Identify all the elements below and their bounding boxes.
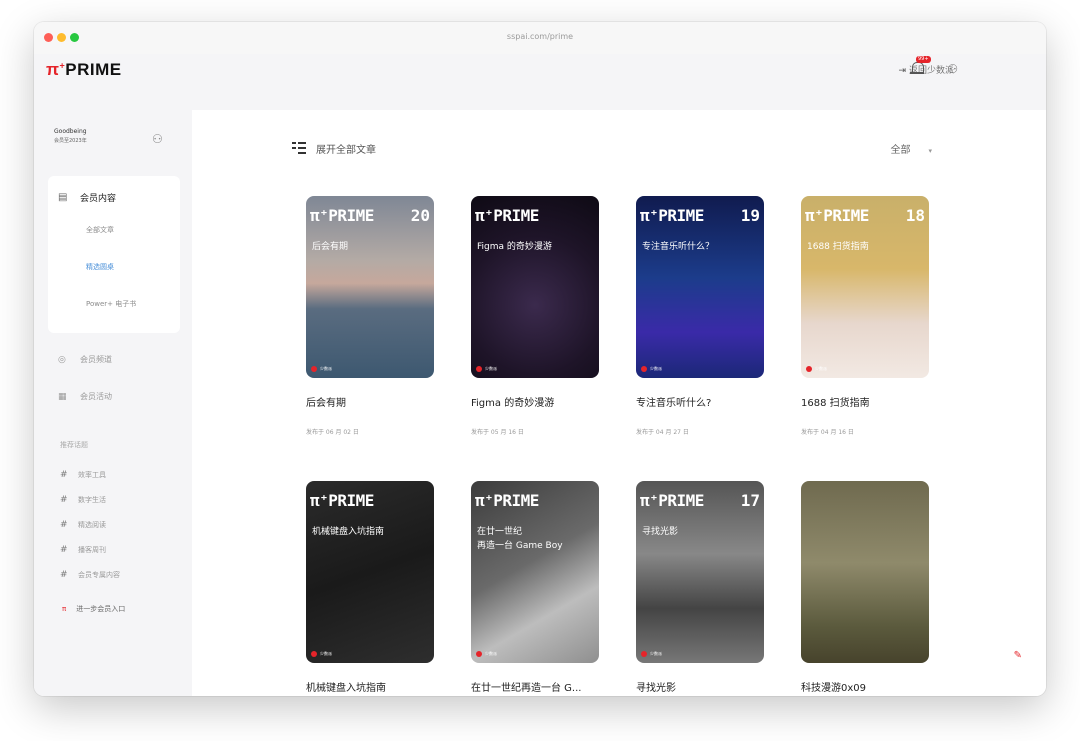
brand-dot-icon: [311, 366, 317, 372]
tag-item[interactable]: # 播客周刊: [60, 537, 120, 562]
tag-item[interactable]: # 效率工具: [60, 462, 120, 487]
cover-subtitle: 寻找光影: [642, 527, 679, 537]
login-link[interactable]: ⇥ 返回少数派: [898, 63, 954, 76]
cover-brand: π⁺PRIME: [310, 491, 374, 510]
filter-bar: 展开全部文章 全部 ▾: [292, 138, 932, 158]
article-title[interactable]: Figma 的奇妙漫游: [471, 394, 601, 409]
article-title[interactable]: 1688 扫货指南: [801, 394, 931, 409]
cover-footer: 少数派: [806, 366, 827, 372]
title-bar: sspai.com/prime: [34, 22, 1046, 55]
pi-icon: π: [62, 605, 67, 613]
sidebar-subitem-ebooks[interactable]: Power+ 电子书: [48, 286, 180, 323]
cover-issue-number: 17: [740, 491, 760, 510]
article-title[interactable]: 科技漫游0x09: [801, 679, 931, 694]
article-card[interactable]: 科技漫游0x09发布于 01 月 31 日: [801, 481, 931, 696]
cover-issue-number: 20: [410, 206, 430, 225]
menu-group-member: ▤ 会员内容 全部文章 精选圆桌 Power+ 电子书: [48, 176, 180, 333]
article-card[interactable]: π⁺PRIME 20 后会有期 少数派 后会有期 发布于 06 月 02 日: [306, 196, 436, 436]
sidebar-item-member-content[interactable]: ▤ 会员内容: [48, 182, 180, 212]
article-title[interactable]: 机械键盘入坑指南: [306, 679, 436, 694]
brand-dot-icon: [641, 366, 647, 372]
cover-subtitle: 机械键盘入坑指南: [312, 527, 385, 537]
document-icon: ▤: [58, 191, 68, 203]
chevron-down-icon: ▾: [928, 146, 932, 155]
profile[interactable]: Goodbeing 会员至2023年: [54, 128, 87, 144]
article-card[interactable]: π⁺PRIME 18 1688 扫货指南 少数派 1688 扫货指南 发布于 04 月 1…: [801, 196, 931, 436]
article-cover[interactable]: π⁺PRIME 在廿一世纪 再造一台 Game Boy 少数派: [471, 481, 599, 663]
main-content: 展开全部文章 全部 ▾ π⁺PRIME 20 后会有期 少数派 后会有期 发布于 06 月 …: [192, 110, 1046, 696]
article-cover[interactable]: [801, 481, 929, 663]
tag-item[interactable]: # 精选阅读: [60, 512, 120, 537]
article-cover[interactable]: π⁺PRIME 17 寻找光影少数派: [636, 481, 764, 663]
article-cover[interactable]: π⁺PRIME 18 1688 扫货指南少数派: [801, 196, 929, 378]
cover-brand: π⁺PRIME: [310, 206, 374, 225]
url-text: sspai.com/prime: [506, 32, 574, 41]
article-title[interactable]: 后会有期: [306, 394, 436, 409]
sidebar-menu: ▤ 会员内容 全部文章 精选圆桌 Power+ 电子书 ◎ 会员频道 ▦ 会员活…: [48, 176, 180, 415]
tag-item[interactable]: # 会员专属内容: [60, 562, 120, 587]
article-date: 发布于 04 月 16 日: [801, 429, 854, 436]
article-card[interactable]: π⁺PRIME 19 专注音乐听什么？ 少数派专注音乐听什么? 发布于 04 月 27 …: [636, 196, 766, 436]
cover-subtitle: Figma 的奇妙漫游: [477, 242, 552, 252]
tag-item[interactable]: # 数字生活: [60, 487, 120, 512]
app-window: sspai.com/prime π+PRIME ⇥ 返回少数派 99+ ⚇ Goo…: [34, 22, 1046, 696]
cover-footer: 少数派: [311, 651, 332, 657]
top-bar: [34, 54, 1046, 110]
cover-issue-number: 18: [905, 206, 925, 225]
cover-footer: 少数派: [641, 366, 662, 372]
article-title[interactable]: 专注音乐听什么?: [636, 394, 766, 409]
user-icon[interactable]: ⚇: [947, 62, 958, 76]
cover-brand: π⁺PRIME: [475, 206, 539, 225]
article-cover[interactable]: π⁺PRIME 20 后会有期少数派: [306, 196, 434, 378]
article-date: 发布于 04 月 27 日: [636, 429, 689, 436]
article-cover[interactable]: π⁺PRIME Figma 的奇妙漫游少数派: [471, 196, 599, 378]
channel-icon: ◎: [58, 354, 66, 365]
sidebar-subitem-all-articles[interactable]: 全部文章: [48, 212, 180, 249]
article-card[interactable]: π⁺PRIME17寻找光影少数派寻找光影发布于 02 月 28 日: [636, 481, 766, 696]
edit-icon[interactable]: ✎: [1014, 650, 1022, 661]
article-card[interactable]: π⁺PRIME 在廿一世纪 再造一台 Game Boy 少数派在廿一世纪再造一台 G.…: [471, 481, 601, 696]
cover-brand: π⁺PRIME: [640, 491, 704, 510]
member-entry-link[interactable]: π 进一步会员入口: [62, 604, 125, 614]
brand-dot-icon: [476, 366, 482, 372]
cover-subtitle: 1688 扫货指南: [807, 242, 869, 252]
cover-footer: 少数派: [476, 651, 497, 657]
filter-dropdown[interactable]: 全部 ▾: [890, 141, 932, 156]
tags-title: 推荐话题: [60, 441, 88, 449]
cover-footer: 少数派: [641, 651, 662, 657]
cover-subtitle: 专注音乐听什么？: [642, 242, 715, 252]
brand-dot-icon: [476, 651, 482, 657]
cover-subtitle: 后会有期: [312, 242, 349, 252]
cover-subtitle: 在廿一世纪 再造一台 Game Boy: [477, 527, 563, 551]
article-date: 发布于 05 月 16 日: [471, 429, 524, 436]
article-cover[interactable]: π⁺PRIME 19 专注音乐听什么？ 少数派: [636, 196, 764, 378]
cover-brand: π⁺PRIME: [805, 206, 869, 225]
brand-dot-icon: [641, 651, 647, 657]
article-card[interactable]: π⁺PRIME Figma 的奇妙漫游 少数派 Figma 的奇妙漫游 发布于 05 月…: [471, 196, 601, 436]
logo[interactable]: π+PRIME: [46, 60, 122, 80]
bell-icon[interactable]: 99+: [910, 56, 931, 75]
notification-badge: 99+: [916, 56, 931, 63]
sidebar-item-events[interactable]: ▦ 会员活动: [48, 378, 180, 415]
calendar-icon: ▦: [58, 391, 67, 402]
expand-all-button[interactable]: 展开全部文章: [292, 141, 376, 156]
cover-brand: π⁺PRIME: [640, 206, 704, 225]
article-title[interactable]: 寻找光影: [636, 679, 766, 694]
cover-issue-number: 19: [740, 206, 760, 225]
tag-list: # 效率工具 # 数字生活 # 精选阅读 # 播客周刊 # 会员专属内容: [60, 462, 120, 587]
article-title[interactable]: 在廿一世纪再造一台 G...: [471, 679, 601, 694]
brand-dot-icon: [311, 651, 317, 657]
article-card[interactable]: π⁺PRIME机械键盘入坑指南少数派机械键盘入坑指南发布于 03 月 30 日: [306, 481, 436, 696]
cover-footer: 少数派: [311, 366, 332, 372]
sidebar-item-channel[interactable]: ◎ 会员频道: [48, 341, 180, 378]
article-cover[interactable]: π⁺PRIME 机械键盘入坑指南少数派: [306, 481, 434, 663]
brand-dot-icon: [806, 366, 812, 372]
cover-footer: 少数派: [476, 366, 497, 372]
login-icon: ⇥: [898, 66, 906, 76]
cover-brand: π⁺PRIME: [475, 491, 539, 510]
article-date: 发布于 06 月 02 日: [306, 429, 359, 436]
list-icon: [292, 142, 306, 154]
sidebar-subitem-roundtable[interactable]: 精选圆桌: [48, 249, 180, 286]
profile-settings-icon[interactable]: ⚇: [152, 132, 163, 146]
